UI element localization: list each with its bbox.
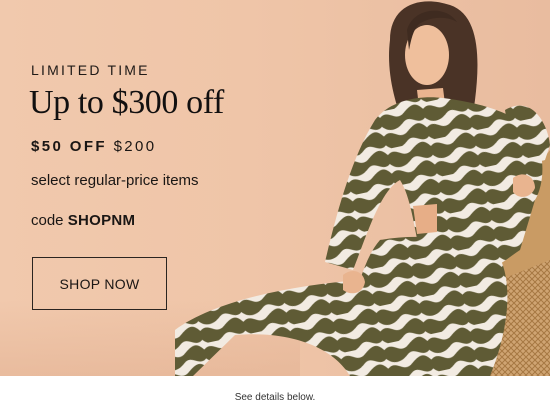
promo-code-line: code SHOPNM <box>31 212 135 229</box>
offer-line: $50 OFF $200 <box>31 138 157 155</box>
eyebrow-text: LIMITED TIME <box>31 62 150 78</box>
promo-headline: Up to $300 off <box>29 84 224 121</box>
offer-threshold: $200 <box>107 138 157 155</box>
model-photo <box>175 1 550 376</box>
offer-subline: select regular-price items <box>31 172 199 189</box>
promo-code-label: code <box>31 212 68 229</box>
promo-code-value: SHOPNM <box>67 212 136 229</box>
offer-amount: $50 OFF <box>31 138 107 155</box>
details-note[interactable]: See details below. <box>0 376 550 412</box>
shop-now-button[interactable]: SHOP NOW <box>32 257 167 310</box>
promo-banner[interactable]: LIMITED TIME Up to $300 off $50 OFF $200… <box>0 0 550 376</box>
